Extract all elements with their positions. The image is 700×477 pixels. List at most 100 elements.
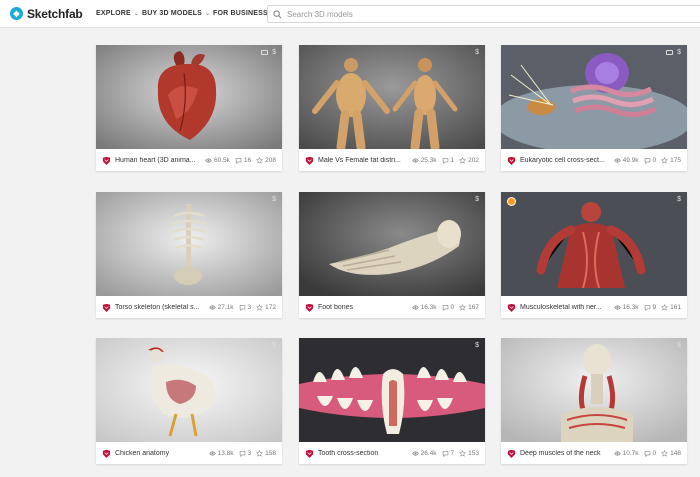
views-count: 26.4k [420,449,437,457]
model-title[interactable]: Eukaryotic cell cross-sect... [520,157,606,164]
model-title[interactable]: Male Vs Female fat distri... [318,157,404,164]
model-title[interactable]: Foot bones [318,304,404,311]
model-title[interactable]: Musculoskeletal with ner... [520,304,606,311]
views-stat: 60.5k [205,157,230,164]
model-thumbnail[interactable]: $ [299,45,485,149]
vr-icon [666,50,674,55]
eye-icon [411,450,419,456]
likes-stat[interactable]: 148 [661,450,681,457]
model-badges: $ [677,196,681,203]
model-badges: $ [261,49,276,56]
comments-stat: 7 [442,449,455,457]
model-thumbnail[interactable]: $ [299,192,485,296]
views-stat: 49.9k [613,157,639,164]
comments-count: 7 [450,449,455,457]
star-icon [661,303,669,311]
author-avatar-icon[interactable] [305,303,314,312]
chevron-down-icon: ⌄ [205,11,211,17]
price-icon: $ [272,49,276,56]
price-icon: $ [272,196,276,203]
model-title[interactable]: Chicken anatomy [115,450,201,457]
model-card-footer: Chicken anatomy 13.8k 3 158 [96,442,282,464]
likes-stat[interactable]: 202 [459,157,479,164]
comment-icon [442,450,448,457]
model-title[interactable]: Human heart (3D anima... [115,157,201,164]
comment-icon [644,157,650,164]
likes-stat[interactable]: 153 [459,450,479,457]
comments-stat: 3 [239,450,251,457]
price-icon: $ [677,342,681,349]
price-icon: $ [677,196,681,203]
comments-stat: 0 [644,449,657,457]
model-card[interactable]: $ Eukaryotic cell cross-sect... 49.9k 0 … [501,45,687,171]
likes-stat[interactable]: 167 [459,304,479,311]
views-stat: 16.3k [411,304,437,311]
model-stats: 10.7k 0 148 [613,449,681,457]
eye-icon [411,304,419,310]
views-count: 25.3k [420,156,437,164]
model-title[interactable]: Torso skeleton (skeletal s... [115,304,201,311]
comments-count: 3 [247,303,252,311]
eye-icon [613,450,621,456]
model-badges: $ [475,196,479,203]
model-card[interactable]: $ Human heart (3D anima... 60.5k 16 208 [96,45,282,171]
model-card[interactable]: $ Male Vs Female fat distri... 25.3k 1 2… [299,45,485,171]
model-title[interactable]: Deep muscles of the neck [520,450,606,457]
model-thumbnail[interactable]: $ [501,338,687,442]
model-card-footer: Deep muscles of the neck 10.7k 0 148 [501,442,687,464]
comments-count: 0 [652,449,657,457]
model-thumbnail[interactable]: $ [96,338,282,442]
author-avatar-icon[interactable] [507,156,516,165]
model-thumbnail[interactable]: $ [96,45,282,149]
likes-stat[interactable]: 172 [256,304,276,311]
model-thumbnail[interactable]: $ [501,45,687,149]
search-input[interactable] [287,9,667,19]
comments-count: 9 [652,303,657,311]
views-count: 10.7k [622,449,639,457]
author-avatar-icon[interactable] [305,156,314,165]
model-card[interactable]: $ Musculoskeletal with ner... 16.3k 9 16… [501,192,687,318]
chevron-down-icon: ⌄ [133,11,140,17]
model-thumbnail[interactable]: $ [501,192,687,296]
star-icon [459,303,467,311]
likes-stat[interactable]: 158 [256,450,276,457]
likes-stat[interactable]: 161 [661,304,681,311]
model-card-footer: Tooth cross-section 26.4k 7 153 [299,442,485,464]
nav-business-label: FOR BUSINESS [213,10,268,17]
likes-stat[interactable]: 175 [661,157,681,164]
model-card-footer: Musculoskeletal with ner... 16.3k 9 161 [501,296,687,318]
model-card[interactable]: $ Tooth cross-section 26.4k 7 153 [299,338,485,464]
model-title[interactable]: Tooth cross-section [318,450,404,457]
model-card[interactable]: $ Chicken anatomy 13.8k 3 158 [96,338,282,464]
comment-icon [644,304,650,311]
model-preview-image [501,192,687,296]
author-avatar-icon[interactable] [102,156,111,165]
nav-explore[interactable]: EXPLORE ⌄ [96,10,142,17]
author-avatar-icon[interactable] [305,449,314,458]
author-avatar-icon[interactable] [102,449,111,458]
model-preview-image [299,45,485,149]
sketchfab-logo[interactable]: ◆ Sketchfab [10,7,84,21]
author-avatar-icon[interactable] [507,303,516,312]
views-stat: 25.3k [411,156,437,164]
comments-count: 0 [450,303,455,311]
comment-icon [644,450,650,457]
price-icon: $ [475,49,479,56]
model-thumbnail[interactable]: $ [96,192,282,296]
model-stats: 13.8k 3 158 [208,449,276,457]
model-card-footer: Eukaryotic cell cross-sect... 49.9k 0 17… [501,149,687,171]
views-count: 13.8k [217,449,234,457]
author-avatar-icon[interactable] [507,449,516,458]
model-card[interactable]: $ Deep muscles of the neck 10.7k 0 148 [501,338,687,464]
author-avatar-icon[interactable] [102,303,111,312]
nav-buy-3d-models[interactable]: BUY 3D MODELS ⌄ [142,10,213,17]
model-badges: $ [475,342,479,349]
likes-stat[interactable]: 208 [256,157,276,164]
likes-count: 167 [468,303,479,311]
search-box[interactable] [267,5,700,23]
model-thumbnail[interactable]: $ [299,338,485,442]
model-card[interactable]: $ Foot bones 16.3k 0 167 [299,192,485,318]
model-card-footer: Male Vs Female fat distri... 25.3k 1 202 [299,149,485,171]
model-card[interactable]: $ Torso skeleton (skeletal s... 27.1k 3 … [96,192,282,318]
comments-stat: 3 [239,303,252,311]
